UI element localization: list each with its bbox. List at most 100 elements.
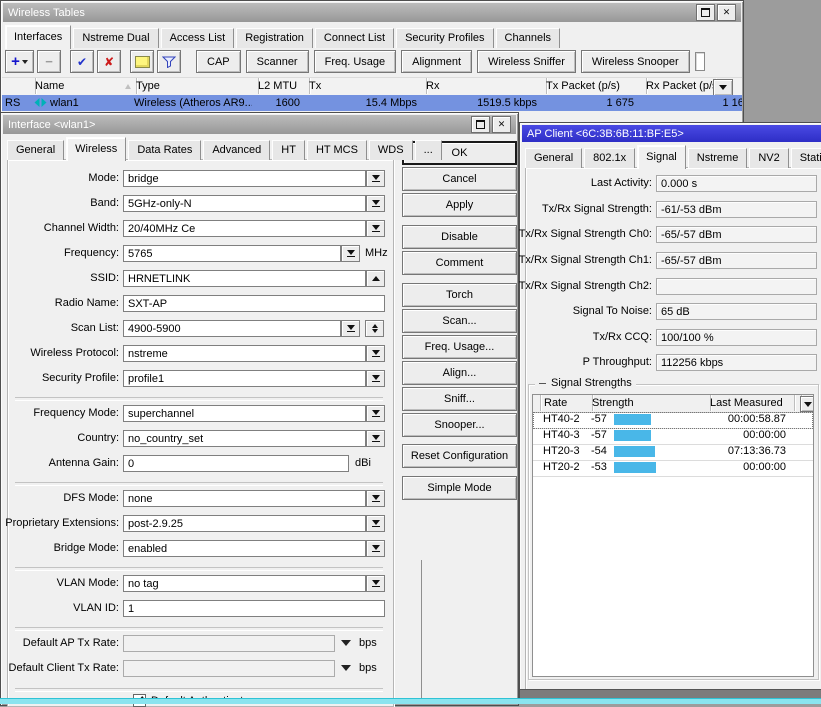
country-dropdown-button[interactable] bbox=[366, 430, 385, 447]
ssid-input[interactable]: HRNETLINK bbox=[123, 270, 366, 287]
collapse-icon[interactable] bbox=[539, 383, 546, 384]
column-rx[interactable]: Rx bbox=[422, 78, 547, 94]
frequency-mode-dropdown-button[interactable] bbox=[366, 405, 385, 422]
band-input[interactable]: 5GHz-only-N bbox=[123, 195, 366, 212]
country-input[interactable]: no_country_set bbox=[123, 430, 366, 447]
proprietary-extensions-dropdown-button[interactable] bbox=[366, 515, 385, 532]
cancel-button[interactable]: Cancel bbox=[402, 167, 517, 191]
tab-nstreme-dual[interactable]: Nstreme Dual bbox=[73, 28, 158, 48]
ap-client-titlebar[interactable]: AP Client <6C:3B:6B:11:BF:E5> bbox=[522, 125, 821, 142]
frequency-dropdown-button[interactable] bbox=[341, 245, 360, 262]
comment-button[interactable]: Comment bbox=[402, 251, 517, 275]
signal-row[interactable]: HT40-3 -57 00:00:00 bbox=[533, 428, 813, 445]
column-tx[interactable]: Tx bbox=[305, 78, 427, 94]
column-last-measured[interactable]: Last Measured bbox=[706, 395, 795, 411]
tab-general[interactable]: General bbox=[525, 148, 582, 168]
bridge-mode-input[interactable]: enabled bbox=[123, 540, 366, 557]
wireless-tables-titlebar[interactable]: Wireless Tables ✕ bbox=[3, 3, 741, 22]
tab-access-list[interactable]: Access List bbox=[161, 28, 235, 48]
signal-row[interactable]: HT20-3 -54 07:13:36.73 bbox=[533, 444, 813, 461]
maximize-button[interactable] bbox=[696, 4, 715, 21]
remove-button[interactable]: − bbox=[37, 50, 61, 73]
close-button[interactable]: ✕ bbox=[717, 4, 736, 21]
interface-dialog-titlebar[interactable]: Interface <wlan1> ✕ bbox=[3, 115, 516, 134]
wireless-protocol-input[interactable]: nstreme bbox=[123, 345, 366, 362]
tab-ht-mcs[interactable]: HT MCS bbox=[307, 140, 367, 160]
column-tx-packet[interactable]: Tx Packet (p/s) bbox=[542, 78, 647, 94]
enable-button[interactable]: ✔ bbox=[70, 50, 94, 73]
comment-button[interactable] bbox=[130, 50, 154, 73]
signal-row[interactable]: HT40-2 -57 00:00:58.87 bbox=[533, 412, 813, 429]
proprietary-extensions-input[interactable]: post-2.9.25 bbox=[123, 515, 366, 532]
security-profile-input[interactable]: profile1 bbox=[123, 370, 366, 387]
tab-wireless[interactable]: Wireless bbox=[66, 137, 126, 161]
cap-button[interactable]: CAP bbox=[196, 50, 241, 73]
column-l2mtu[interactable]: L2 MTU bbox=[254, 78, 310, 94]
ssid-collapse-button[interactable] bbox=[366, 270, 385, 287]
dfs-mode-input[interactable]: none bbox=[123, 490, 366, 507]
snooper-button[interactable]: Snooper... bbox=[402, 413, 517, 437]
tab-registration[interactable]: Registration bbox=[236, 28, 313, 48]
tab-interfaces[interactable]: Interfaces bbox=[5, 25, 71, 49]
bridge-mode-dropdown-button[interactable] bbox=[366, 540, 385, 557]
channel-width-dropdown-button[interactable] bbox=[366, 220, 385, 237]
tab-signal[interactable]: Signal bbox=[637, 145, 686, 169]
filter-button[interactable] bbox=[157, 50, 181, 73]
scan-list-dropdown-button[interactable] bbox=[341, 320, 360, 337]
column-rx-packet[interactable]: Rx Packet (p/s) bbox=[642, 78, 716, 94]
align-button[interactable]: Align... bbox=[402, 361, 517, 385]
security-profile-dropdown-button[interactable] bbox=[366, 370, 385, 387]
frequency-input[interactable]: 5765 bbox=[123, 245, 341, 262]
add-button[interactable]: + bbox=[5, 50, 34, 73]
torch-button[interactable]: Torch bbox=[402, 283, 517, 307]
tab-channels[interactable]: Channels bbox=[496, 28, 560, 48]
chevron-down-icon[interactable] bbox=[341, 665, 351, 671]
mode-dropdown-button[interactable] bbox=[366, 170, 385, 187]
scanner-button[interactable]: Scanner bbox=[246, 50, 309, 73]
chevron-down-icon[interactable] bbox=[341, 640, 351, 646]
column-type[interactable]: Type bbox=[132, 78, 259, 94]
tab-connect-list[interactable]: Connect List bbox=[315, 28, 394, 48]
tab-nv2[interactable]: NV2 bbox=[749, 148, 788, 168]
tab-ht[interactable]: HT bbox=[272, 140, 305, 160]
sniff-button[interactable]: Sniff... bbox=[402, 387, 517, 411]
column-strength[interactable]: Strength bbox=[588, 395, 711, 411]
signal-row[interactable]: HT20-2 -53 00:00:00 bbox=[533, 460, 813, 477]
mode-input[interactable]: bridge bbox=[123, 170, 366, 187]
scan-list-spinner-button[interactable] bbox=[365, 320, 384, 337]
dfs-mode-dropdown-button[interactable] bbox=[366, 490, 385, 507]
tab-general[interactable]: General bbox=[7, 140, 64, 160]
column-name[interactable]: Name bbox=[31, 78, 137, 94]
column-menu-button[interactable] bbox=[713, 79, 733, 96]
band-dropdown-button[interactable] bbox=[366, 195, 385, 212]
wireless-snooper-button[interactable]: Wireless Snooper bbox=[581, 50, 690, 73]
disable-button[interactable]: Disable bbox=[402, 225, 517, 249]
alignment-button[interactable]: Alignment bbox=[401, 50, 472, 73]
column-rate[interactable]: Rate bbox=[540, 395, 593, 411]
freq-usage-button[interactable]: Freq. Usage... bbox=[402, 335, 517, 359]
wireless-sniffer-button[interactable]: Wireless Sniffer bbox=[477, 50, 576, 73]
tab-nstreme[interactable]: Nstreme bbox=[688, 148, 748, 168]
close-button[interactable]: ✕ bbox=[492, 116, 511, 133]
frequency-mode-input[interactable]: superchannel bbox=[123, 405, 366, 422]
scan-list-input[interactable]: 4900-5900 bbox=[123, 320, 341, 337]
simple-mode-button[interactable]: Simple Mode bbox=[402, 476, 517, 500]
tab-statistics[interactable]: Statistics bbox=[791, 148, 821, 168]
scan-button[interactable]: Scan... bbox=[402, 309, 517, 333]
reset-configuration-button[interactable]: Reset Configuration bbox=[402, 444, 517, 468]
apply-button[interactable]: Apply bbox=[402, 193, 517, 217]
vlan-id-input[interactable]: 1 bbox=[123, 600, 385, 617]
tab-advanced[interactable]: Advanced bbox=[203, 140, 270, 160]
column-menu-button[interactable] bbox=[800, 396, 814, 412]
tab-overflow[interactable]: ... bbox=[415, 140, 442, 160]
channel-width-input[interactable]: 20/40MHz Ce bbox=[123, 220, 366, 237]
table-row-wlan1[interactable]: RS wlan1 Wireless (Atheros AR9... 1600 1… bbox=[2, 95, 742, 111]
tab-8021x[interactable]: 802.1x bbox=[584, 148, 635, 168]
antenna-gain-input[interactable]: 0 bbox=[123, 455, 349, 472]
maximize-button[interactable] bbox=[471, 116, 490, 133]
vlan-mode-input[interactable]: no tag bbox=[123, 575, 366, 592]
wireless-protocol-dropdown-button[interactable] bbox=[366, 345, 385, 362]
tab-wds[interactable]: WDS bbox=[369, 140, 413, 160]
tab-data-rates[interactable]: Data Rates bbox=[128, 140, 201, 160]
freq-usage-button[interactable]: Freq. Usage bbox=[314, 50, 397, 73]
